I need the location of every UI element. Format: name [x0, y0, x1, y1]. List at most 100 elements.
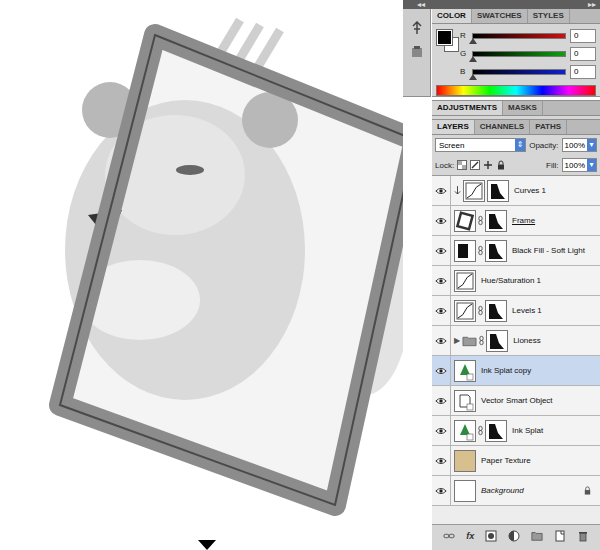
adjustment-layer-icon[interactable] [508, 530, 520, 542]
layer-row[interactable]: Frame [432, 206, 600, 236]
mask-link-icon[interactable] [479, 335, 484, 346]
document-canvas[interactable] [0, 0, 403, 550]
channel-value-field[interactable]: 0 [570, 65, 596, 79]
layer-row[interactable]: Curves 1 [432, 176, 600, 206]
layer-mask-thumbnail[interactable] [485, 240, 507, 262]
mask-link-icon[interactable] [478, 245, 483, 256]
lock-position-icon[interactable] [483, 160, 493, 170]
new-group-icon[interactable] [531, 530, 543, 542]
slider-thumb[interactable] [469, 74, 477, 80]
foreground-color-swatch[interactable] [437, 30, 452, 45]
layer-row[interactable]: Hue/Saturation 1 [432, 266, 600, 296]
fill-arrow-icon[interactable]: ▾ [587, 159, 596, 171]
layer-mask-thumbnail[interactable] [485, 210, 507, 232]
brush-panel-icon[interactable] [410, 45, 424, 59]
layer-row[interactable]: Vector Smart Object [432, 386, 600, 416]
layer-name[interactable]: Black Fill - Soft Light [512, 246, 585, 255]
eye-icon[interactable] [435, 457, 447, 465]
color-spectrum[interactable] [436, 85, 596, 96]
link-layers-icon[interactable] [443, 530, 455, 542]
eye-icon[interactable] [435, 427, 447, 435]
mask-link-icon[interactable] [478, 305, 483, 316]
visibility-toggle[interactable] [432, 326, 451, 355]
visibility-toggle[interactable] [432, 476, 451, 505]
panel-tab[interactable]: LAYERS [432, 120, 475, 134]
layer-mask-thumbnail[interactable] [485, 300, 507, 322]
layer-name[interactable]: Ink Splat [512, 426, 543, 435]
trash-icon[interactable] [577, 530, 589, 542]
layer-row[interactable]: Paper Texture [432, 446, 600, 476]
visibility-toggle[interactable] [432, 296, 451, 325]
visibility-toggle[interactable] [432, 236, 451, 265]
lock-pixels-icon[interactable] [470, 160, 480, 170]
layer-thumbnail [454, 360, 476, 382]
layer-name[interactable]: Vector Smart Object [481, 396, 553, 405]
panel-tab[interactable]: ADJUSTMENTS [432, 101, 503, 115]
layer-name[interactable]: Background [481, 486, 524, 495]
layer-name[interactable]: Paper Texture [481, 456, 531, 465]
visibility-toggle[interactable] [432, 176, 451, 205]
opacity-arrow-icon[interactable]: ▾ [587, 139, 596, 151]
mask-link-icon[interactable] [478, 215, 483, 226]
eye-icon[interactable] [435, 247, 447, 255]
panel-tab[interactable]: COLOR [432, 9, 472, 23]
channel-value-field[interactable]: 0 [570, 47, 596, 61]
blend-mode-dropdown[interactable]: Screen⇕ [435, 138, 526, 152]
eye-icon[interactable] [435, 487, 447, 495]
layer-row[interactable]: Levels 1 [432, 296, 600, 326]
layer-mask-thumbnail[interactable] [487, 180, 509, 202]
layer-name[interactable]: Hue/Saturation 1 [481, 276, 541, 285]
channel-label: G [460, 49, 468, 58]
layer-row[interactable]: Background [432, 476, 600, 506]
visibility-toggle[interactable] [432, 356, 451, 385]
visibility-toggle[interactable] [432, 206, 451, 235]
layer-mask-thumbnail[interactable] [485, 420, 507, 442]
eye-icon[interactable] [435, 217, 447, 225]
layer-name[interactable]: Frame [512, 216, 535, 225]
eye-icon[interactable] [435, 277, 447, 285]
panel-tab[interactable]: PATHS [530, 120, 567, 134]
eye-icon[interactable] [435, 367, 447, 375]
channel-value-field[interactable]: 0 [570, 29, 596, 43]
panel-tab[interactable]: SWATCHES [472, 9, 528, 23]
panel-tab[interactable]: STYLES [528, 9, 570, 23]
collapse-left-button[interactable]: ◂◂ [417, 0, 425, 9]
layer-row[interactable]: ▶ Lioness [432, 326, 600, 356]
layer-name[interactable]: Levels 1 [512, 306, 542, 315]
slider-thumb[interactable] [469, 56, 477, 62]
visibility-toggle[interactable] [432, 446, 451, 475]
visibility-toggle[interactable] [432, 386, 451, 415]
visibility-toggle[interactable] [432, 416, 451, 445]
layer-row[interactable]: Black Fill - Soft Light [432, 236, 600, 266]
panel-tab[interactable]: MASKS [503, 101, 543, 115]
slider-thumb[interactable] [469, 38, 477, 44]
layer-name[interactable]: Lioness [513, 336, 541, 345]
panel-tab[interactable]: CHANNELS [475, 120, 530, 134]
channel-slider[interactable] [472, 51, 566, 57]
layer-name[interactable]: Curves 1 [514, 186, 546, 195]
opacity-field[interactable]: 100%▾ [562, 138, 597, 152]
plugin-icon[interactable] [410, 21, 424, 35]
layer-mask-thumbnail[interactable] [486, 330, 508, 352]
add-mask-icon[interactable] [485, 530, 497, 542]
collapse-right-button[interactable]: ▸▸ [588, 0, 596, 9]
lock-all-icon[interactable] [496, 160, 506, 170]
eye-icon[interactable] [435, 337, 447, 345]
group-expand-toggle[interactable]: ▶ [454, 336, 460, 345]
layer-row[interactable]: Ink Splat [432, 416, 600, 446]
mask-link-icon[interactable] [478, 425, 483, 436]
new-layer-icon[interactable] [554, 530, 566, 542]
eye-icon[interactable] [435, 307, 447, 315]
visibility-toggle[interactable] [432, 266, 451, 295]
eye-icon[interactable] [435, 187, 447, 195]
channel-slider[interactable] [472, 69, 566, 75]
adjustment-icon [455, 301, 475, 321]
layer-style-button[interactable]: fx [466, 531, 474, 541]
fill-label: Fill: [546, 161, 558, 170]
lock-transparency-icon[interactable] [457, 160, 467, 170]
layer-name[interactable]: Ink Splat copy [481, 366, 531, 375]
channel-slider[interactable] [472, 33, 566, 39]
eye-icon[interactable] [435, 397, 447, 405]
layer-row[interactable]: Ink Splat copy [432, 356, 600, 386]
fill-field[interactable]: 100%▾ [562, 158, 597, 172]
